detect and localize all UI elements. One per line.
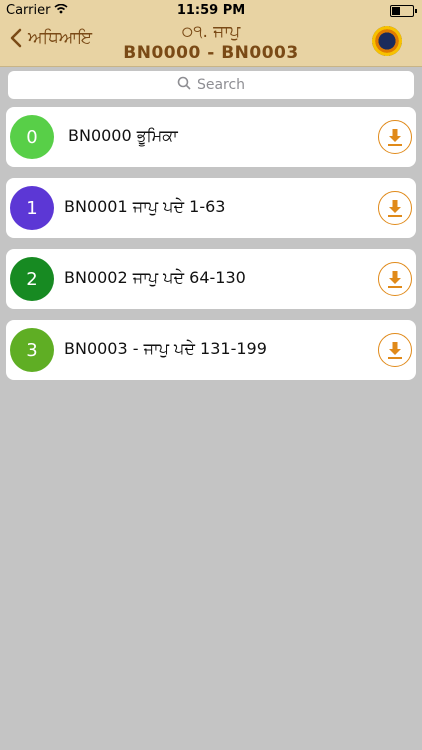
item-title: BN0002 ਜਾਪੁ ਪਦੇ 64-130 — [64, 268, 246, 287]
item-number-badge: 3 — [10, 328, 54, 372]
download-icon — [388, 200, 402, 217]
chevron-left-icon — [10, 28, 22, 48]
item-number-badge: 0 — [10, 115, 54, 159]
item-number-badge: 1 — [10, 186, 54, 230]
app-logo[interactable] — [372, 26, 402, 56]
search-input[interactable]: Search — [8, 71, 414, 99]
list-item[interactable]: 0 BN0000 ਭੂਮਿਕਾ — [6, 107, 416, 167]
download-button[interactable] — [378, 262, 412, 296]
download-button[interactable] — [378, 120, 412, 154]
back-button[interactable]: ਅਧਿਆਇ — [10, 28, 92, 48]
download-icon — [388, 271, 402, 288]
nav-bar: ਅਧਿਆਇ ੦੧. ਜਾਪੁ BN0000 - BN0003 — [0, 20, 422, 67]
item-title: BN0003 - ਜਾਪੁ ਪਦੇ 131-199 — [64, 339, 267, 358]
title-line2: BN0000 - BN0003 — [123, 43, 299, 63]
download-button[interactable] — [378, 191, 412, 225]
list-item[interactable]: 2 BN0002 ਜਾਪੁ ਪਦੇ 64-130 — [6, 249, 416, 309]
list-item[interactable]: 3 BN0003 - ਜਾਪੁ ਪਦੇ 131-199 — [6, 320, 416, 380]
item-number-badge: 2 — [10, 257, 54, 301]
battery-icon — [390, 5, 417, 17]
download-icon — [388, 129, 402, 146]
status-time: 11:59 PM — [176, 3, 246, 18]
title-line1: ੦੧. ਜਾਪੁ — [181, 22, 241, 42]
item-title: BN0000 ਭੂਮਿਕਾ — [68, 126, 178, 145]
search-placeholder: Search — [196, 77, 246, 93]
search-icon — [177, 76, 191, 94]
download-icon — [388, 342, 402, 359]
status-bar: Carrier 11:59 PM — [0, 0, 422, 20]
download-button[interactable] — [378, 333, 412, 367]
item-title: BN0001 ਜਾਪੁ ਪਦੇ 1-63 — [64, 197, 226, 216]
page-title: ੦੧. ਜਾਪੁ BN0000 - BN0003 — [90, 22, 332, 64]
back-label: ਅਧਿਆਇ — [28, 28, 93, 48]
list-item[interactable]: 1 BN0001 ਜਾਪੁ ਪਦੇ 1-63 — [6, 178, 416, 238]
